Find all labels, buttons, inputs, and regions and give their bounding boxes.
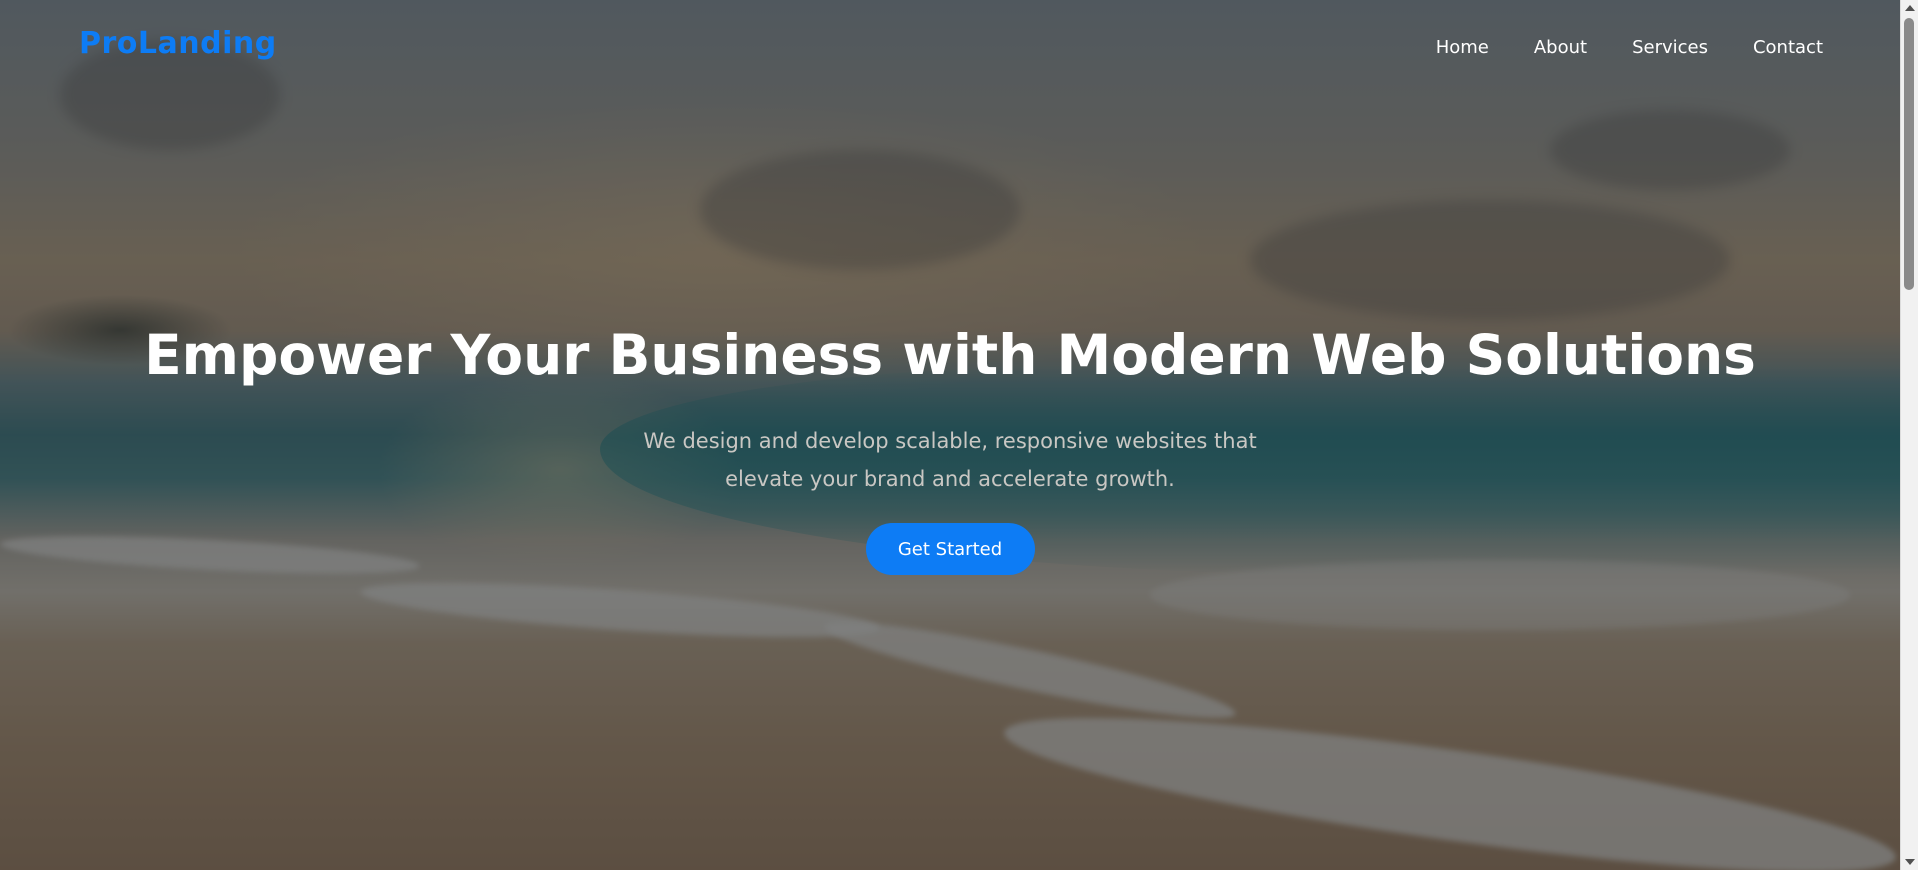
brand-logo[interactable]: ProLanding [79, 26, 277, 61]
nav-link-home[interactable]: Home [1436, 37, 1489, 58]
nav-links: Home About Services Contact [1391, 37, 1823, 58]
hero-subtitle: We design and develop scalable, responsi… [643, 429, 1257, 491]
scroll-down-icon[interactable] [1905, 859, 1915, 865]
page-scrollbar[interactable] [1900, 0, 1918, 870]
landing-page: ProLanding Home About Services Contact E… [0, 0, 1918, 870]
nav-link-about[interactable]: About [1534, 37, 1587, 58]
hero-section: Empower Your Business with Modern Web So… [0, 318, 1900, 575]
nav-link-services[interactable]: Services [1632, 37, 1708, 58]
nav-link-contact[interactable]: Contact [1753, 37, 1823, 58]
top-navbar: ProLanding Home About Services Contact [0, 0, 1900, 100]
scroll-up-icon[interactable] [1905, 5, 1915, 11]
get-started-button[interactable]: Get Started [865, 523, 1035, 575]
hero-title: Empower Your Business with Modern Web So… [144, 323, 1756, 387]
scrollbar-thumb[interactable] [1904, 18, 1914, 290]
